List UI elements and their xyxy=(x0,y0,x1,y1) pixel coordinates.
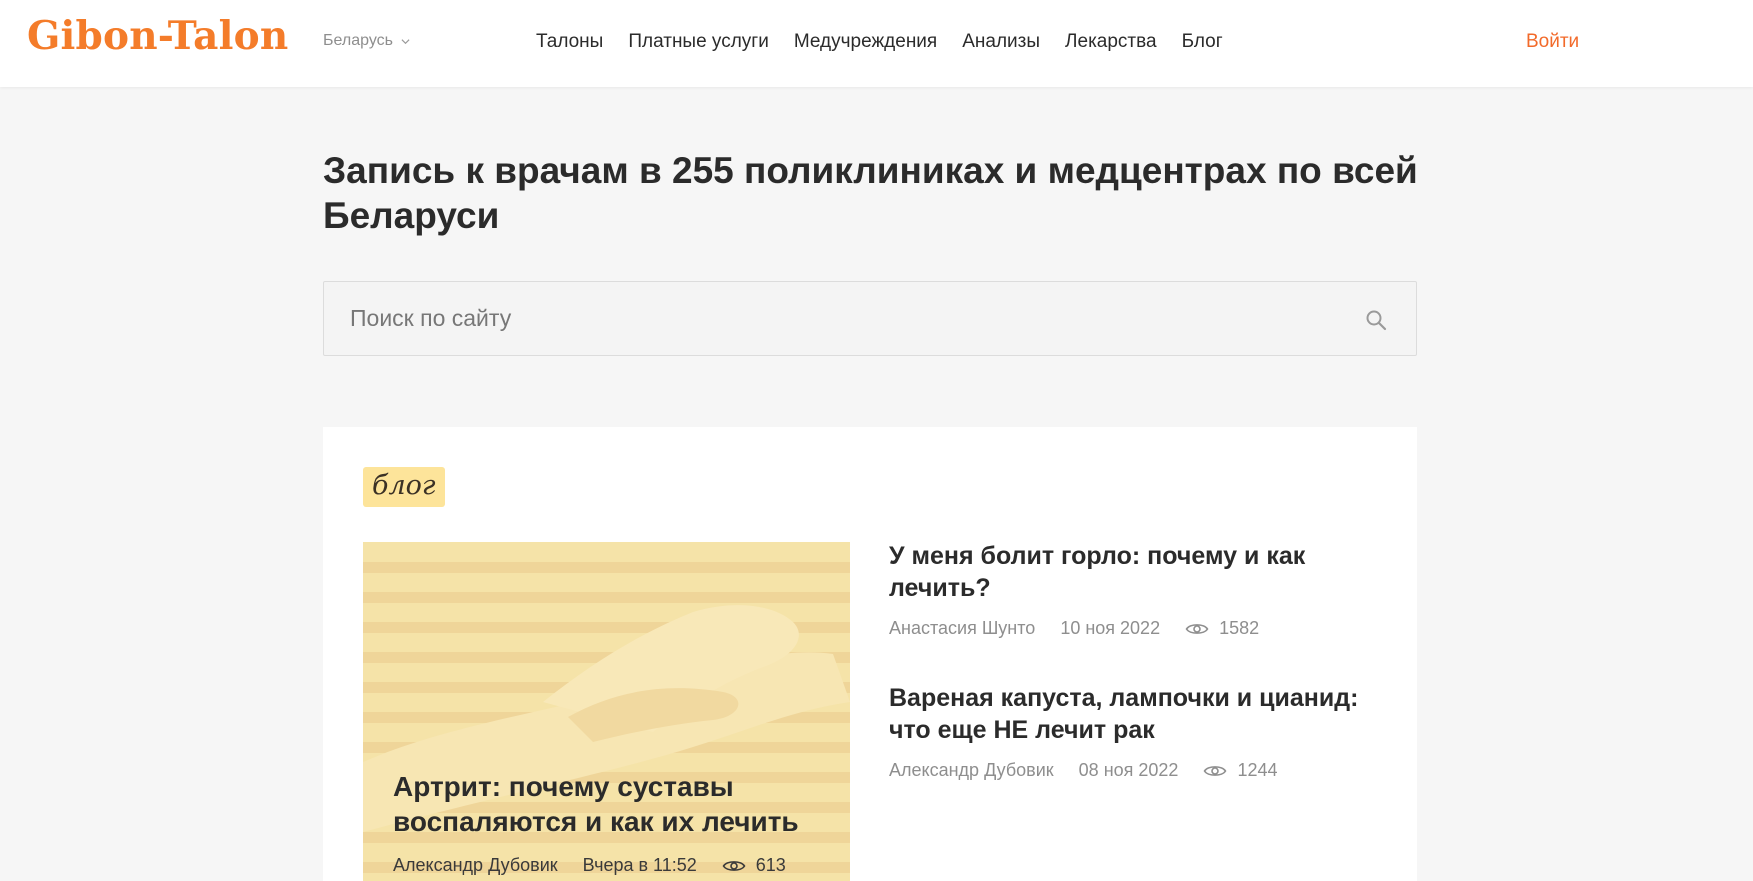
article-author: Анастасия Шунто xyxy=(889,618,1036,638)
main-nav: Талоны Платные услуги Медучреждения Анал… xyxy=(536,31,1223,53)
blog-section: блог Артрит: почему суставы воспаляются … xyxy=(323,427,1417,881)
eye-icon xyxy=(1203,763,1227,779)
article-item[interactable]: Вареная капуста, лампочки и цианид: что … xyxy=(889,682,1389,781)
featured-article[interactable]: Артрит: почему суставы воспаляются и как… xyxy=(363,542,850,881)
article-date: 10 ноя 2022 xyxy=(1060,618,1161,638)
nav-item-talony[interactable]: Талоны xyxy=(536,31,603,53)
article-views-count: 613 xyxy=(755,855,786,875)
nav-item-medicines[interactable]: Лекарства xyxy=(1065,31,1157,53)
site-logo[interactable]: Gibon-Talon xyxy=(27,13,288,59)
article-views: 1582 xyxy=(1185,618,1259,639)
search-icon[interactable] xyxy=(1364,308,1388,332)
eye-icon xyxy=(722,858,746,874)
article-title: У меня болит горло: почему и как лечить? xyxy=(889,542,1306,602)
article-item[interactable]: У меня болит горло: почему и как лечить?… xyxy=(889,540,1389,639)
article-views-count: 1244 xyxy=(1237,760,1278,780)
article-meta: Александр Дубовик 08 ноя 2022 1244 xyxy=(889,760,1389,781)
article-author: Александр Дубовик xyxy=(393,855,558,875)
page-title: Запись к врачам в 255 поликлиниках и мед… xyxy=(323,150,1418,236)
site-header: Gibon-Talon Беларусь Талоны Платные услу… xyxy=(0,0,1753,87)
article-views: 1244 xyxy=(1203,760,1277,781)
article-views: 613 xyxy=(722,855,786,876)
region-label: Беларусь xyxy=(323,32,393,49)
chevron-down-icon xyxy=(401,37,410,46)
region-selector[interactable]: Беларусь xyxy=(323,32,410,50)
article-author: Александр Дубовик xyxy=(889,760,1054,780)
site-search xyxy=(323,281,1417,356)
nav-item-institutions[interactable]: Медучреждения xyxy=(794,31,937,53)
eye-icon xyxy=(1185,621,1209,637)
featured-article-title: Артрит: почему суставы воспаляются и как… xyxy=(393,771,799,837)
blog-tag[interactable]: блог xyxy=(363,467,445,507)
search-input[interactable] xyxy=(324,282,1416,355)
login-link[interactable]: Войти xyxy=(1526,31,1579,53)
article-meta: Анастасия Шунто 10 ноя 2022 1582 xyxy=(889,618,1389,639)
article-title: Вареная капуста, лампочки и цианид: что … xyxy=(889,684,1359,744)
nav-item-analyses[interactable]: Анализы xyxy=(962,31,1040,53)
nav-item-blog[interactable]: Блог xyxy=(1182,31,1223,53)
article-views-count: 1582 xyxy=(1219,618,1260,638)
nav-item-paid-services[interactable]: Платные услуги xyxy=(628,31,769,53)
article-date: 08 ноя 2022 xyxy=(1078,760,1179,780)
article-date: Вчера в 11:52 xyxy=(582,855,697,875)
featured-article-meta: Александр Дубовик Вчера в 11:52 613 xyxy=(393,855,786,876)
